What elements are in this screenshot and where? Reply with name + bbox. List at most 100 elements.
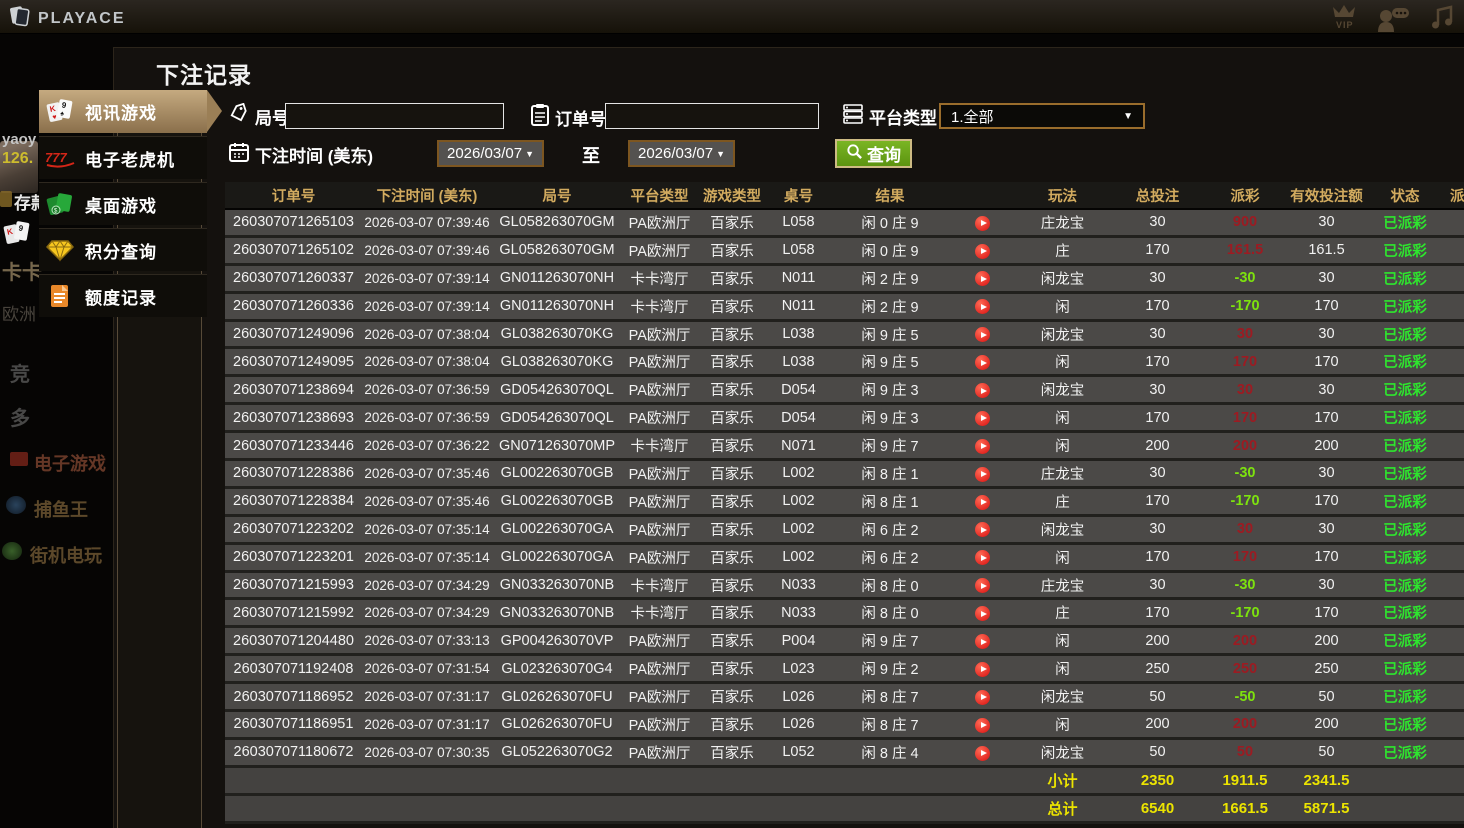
cell-method: 闲 <box>1055 717 1070 734</box>
play-video-button[interactable] <box>975 271 990 287</box>
cell-order: 260307071204480 <box>233 632 354 649</box>
cell-valid: 170 <box>1314 604 1339 621</box>
cell-play <box>950 716 1015 733</box>
sidebar-item-额度记录[interactable]: 额度记录 <box>39 274 207 317</box>
play-video-button[interactable] <box>975 522 990 538</box>
cell-table: L058 <box>782 242 815 259</box>
cell-result: 闲 9 庄 7 <box>861 634 919 651</box>
table-row: 260307071265102 2026-03-07 07:39:46 GL0582… <box>225 237 1464 266</box>
play-video-button[interactable] <box>975 299 990 315</box>
cell-table: L058 <box>782 214 815 231</box>
subtotal-cell-payout: 1911.5 <box>1222 771 1268 789</box>
play-video-button[interactable] <box>975 745 990 761</box>
play-video-button[interactable] <box>975 606 990 622</box>
play-video-button[interactable] <box>975 494 990 510</box>
cell-time: 2026-03-07 07:31:54 <box>364 661 490 677</box>
cell-status: 已派彩 <box>1383 578 1427 595</box>
cell-table: D054 <box>781 409 816 426</box>
logo-cards-icon <box>8 4 32 33</box>
cell-payout: 200 <box>1232 437 1258 454</box>
cell-time: 2026-03-07 07:35:46 <box>364 493 490 509</box>
slot-777-icon: 777 <box>44 146 76 170</box>
cell-table: N033 <box>781 577 816 594</box>
play-video-button[interactable] <box>975 578 990 594</box>
cell-bet: 30 <box>1149 465 1166 482</box>
cell-play <box>950 270 1015 287</box>
play-video-button[interactable] <box>975 383 990 399</box>
platform-filter-label: 平台类型 <box>842 103 937 130</box>
cell-order: 260307071249095 <box>233 353 354 370</box>
time-filter-label: 下注时间 (美东) <box>228 141 373 168</box>
search-button[interactable]: 查询 <box>835 139 912 168</box>
table-row: 260307071223201 2026-03-07 07:35:14 GL0022… <box>225 544 1464 573</box>
table-row: 260307071204480 2026-03-07 07:33:13 GP0042… <box>225 628 1464 657</box>
play-icon <box>980 471 987 478</box>
cell-game: 百家乐 <box>710 215 754 232</box>
round-input[interactable] <box>285 103 504 129</box>
cell-game: 百家乐 <box>710 662 754 679</box>
cell-round: GN071263070MP <box>498 437 616 454</box>
cell-payout: -30 <box>1234 270 1256 287</box>
play-video-button[interactable] <box>975 717 990 733</box>
play-icon <box>980 443 987 450</box>
cell-play <box>950 242 1015 259</box>
cell-valid: 170 <box>1314 493 1339 510</box>
cell-time: 2026-03-07 07:30:35 <box>364 744 490 760</box>
cards-icon: K9 <box>2 220 32 253</box>
play-video-button[interactable] <box>975 634 990 650</box>
customer-service-icon[interactable] <box>1376 6 1412 37</box>
play-icon <box>980 331 987 338</box>
cell-valid: 170 <box>1314 298 1339 315</box>
date-from-select[interactable]: 2026/03/07 ▼ <box>437 140 544 167</box>
cell-table: N071 <box>781 437 816 454</box>
table-row: 260307071186952 2026-03-07 07:31:17 GL0262… <box>225 684 1464 713</box>
table-row: 260307071238693 2026-03-07 07:36:59 GD0542… <box>225 405 1464 434</box>
date-to-select[interactable]: 2026/03/07 ▼ <box>628 140 735 167</box>
cell-time: 2026-03-07 07:36:59 <box>364 410 490 426</box>
vip-icon[interactable]: VIP <box>1326 3 1362 36</box>
sidebar-item-积分查询[interactable]: 积分查询 <box>39 228 207 271</box>
cell-time: 2026-03-07 07:35:14 <box>364 549 490 565</box>
cell-platform: PA欧洲厅 <box>628 215 691 232</box>
cell-play <box>950 465 1015 482</box>
col-header-method: 玩法 <box>1048 188 1077 205</box>
sidebar-item-label: 电子老虎机 <box>85 150 175 170</box>
play-video-button[interactable] <box>975 410 990 426</box>
lobby-bg-arcade-games: 街机电玩 <box>30 546 102 566</box>
order-input[interactable] <box>605 103 819 129</box>
cell-valid: 50 <box>1318 688 1335 705</box>
play-icon <box>980 359 987 366</box>
total-cell-valid: 5871.5 <box>1303 799 1350 817</box>
cell-platform: PA欧洲厅 <box>628 494 691 511</box>
cell-play <box>950 326 1015 343</box>
sidebar-item-视讯游戏[interactable]: K ♥ 9 ♠ 视讯游戏 <box>39 90 222 133</box>
cell-valid: 30 <box>1318 270 1335 287</box>
table-row: 260307071180672 2026-03-07 07:30:35 GL0522… <box>225 739 1464 768</box>
play-video-button[interactable] <box>975 550 990 566</box>
cell-play <box>950 354 1015 371</box>
sidebar-item-电子老虎机[interactable]: 777 电子老虎机 <box>39 136 207 179</box>
cell-status: 已派彩 <box>1383 550 1427 567</box>
play-icon <box>980 220 987 227</box>
music-icon[interactable] <box>1430 4 1454 37</box>
col-header-part: 派 <box>1450 188 1464 205</box>
play-video-button[interactable] <box>975 661 990 677</box>
play-video-button[interactable] <box>975 438 990 454</box>
sidebar-item-桌面游戏[interactable]: $ 桌面游戏 <box>39 182 207 225</box>
cell-valid: 30 <box>1318 326 1335 342</box>
platform-select[interactable]: 1.全部 ▼ <box>939 103 1145 129</box>
table-body: 260307071265103 2026-03-07 07:39:46 GL0582… <box>225 210 1464 824</box>
play-video-button[interactable] <box>975 355 990 371</box>
cell-platform: PA欧洲厅 <box>628 745 691 762</box>
cell-time: 2026-03-07 07:31:17 <box>364 689 490 705</box>
cell-method: 闲龙宝 <box>1040 745 1085 762</box>
cell-platform: PA欧洲厅 <box>628 717 691 734</box>
play-video-button[interactable] <box>975 466 990 482</box>
cell-platform: PA欧洲厅 <box>628 466 691 483</box>
play-video-button[interactable] <box>975 243 990 259</box>
calendar-icon <box>228 141 250 168</box>
play-video-button[interactable] <box>975 689 990 705</box>
quota-doc-icon <box>44 283 76 309</box>
play-video-button[interactable] <box>975 215 990 231</box>
play-video-button[interactable] <box>975 327 990 343</box>
